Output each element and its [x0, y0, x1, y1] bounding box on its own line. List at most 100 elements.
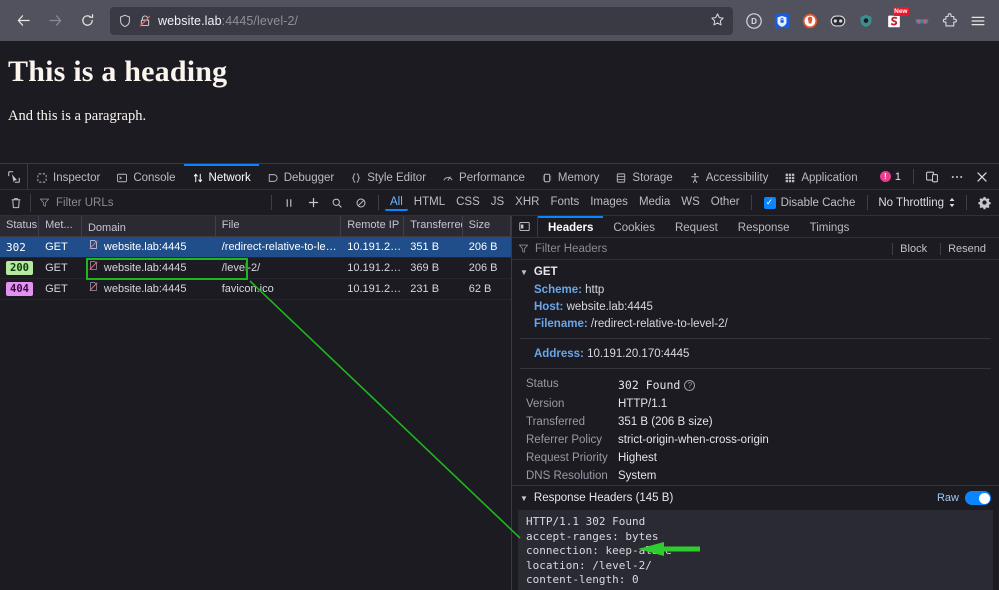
extension-bitwarden-icon[interactable] [769, 8, 795, 34]
raw-line-status: HTTP/1.1 302 Found [526, 515, 985, 530]
type-filter-all[interactable]: All [385, 195, 408, 211]
tab-console[interactable]: Console [108, 164, 183, 189]
clear-requests-icon[interactable] [4, 196, 28, 210]
table-row[interactable]: 404 GET website.lab:4445 favicon.ico 10.… [0, 279, 511, 300]
extension-duckduckgo-icon[interactable] [797, 8, 823, 34]
address-bar[interactable]: website.lab:4445/level-2/ [110, 7, 733, 35]
tab-debugger[interactable]: Debugger [259, 164, 343, 189]
extension-darkreader-icon[interactable] [825, 8, 851, 34]
status-badge: 200 [6, 261, 33, 275]
column-header-domain[interactable]: Domain [82, 216, 216, 236]
tab-application[interactable]: Application [776, 164, 865, 189]
tab-timings[interactable]: Timings [800, 216, 860, 237]
response-headers-raw[interactable]: HTTP/1.1 302 Found accept-ranges: bytes … [518, 510, 993, 590]
lock-crossed-icon[interactable] [138, 14, 152, 28]
details-scroll-area[interactable]: ▼ GET Scheme: http Host: website.lab:444… [512, 260, 999, 590]
tab-storage[interactable]: Storage [607, 164, 680, 189]
more-options-icon[interactable] [946, 166, 968, 188]
throttling-select[interactable]: No Throttling [874, 197, 960, 209]
shield-icon[interactable] [118, 14, 132, 28]
type-filter-fonts[interactable]: Fonts [545, 195, 584, 211]
type-filter-css[interactable]: CSS [451, 195, 485, 211]
type-filter-media[interactable]: Media [634, 195, 675, 211]
table-row[interactable]: 302 GET website.lab:4445 /redirect-relat… [0, 237, 511, 258]
help-icon[interactable]: ? [684, 380, 695, 391]
column-header-method[interactable]: Met... [39, 216, 82, 236]
column-header-transferred[interactable]: Transferred [404, 216, 462, 236]
disable-cache-checkbox[interactable]: ✓ Disable Cache [758, 197, 862, 209]
hamburger-menu-icon[interactable] [965, 8, 991, 34]
star-icon[interactable] [710, 12, 725, 30]
url-text[interactable]: website.lab:4445/level-2/ [158, 14, 704, 28]
pause-icon[interactable] [278, 193, 300, 213]
type-filter-images[interactable]: Images [585, 195, 633, 211]
tab-headers[interactable]: Headers [538, 216, 603, 237]
extension-addons-icon[interactable] [937, 8, 963, 34]
row-domain: website.lab:4445 [82, 279, 216, 300]
extension-ublock-icon[interactable] [853, 8, 879, 34]
raw-line-content-length: content-length: 0 [526, 573, 985, 588]
filterbar-separator-4 [867, 195, 868, 210]
header-host-value: website.lab:4445 [567, 301, 653, 313]
tab-inspector[interactable]: Inspector [28, 164, 108, 189]
pin-panel-icon[interactable] [512, 216, 538, 237]
error-badge[interactable]: ! 1 [875, 171, 906, 183]
block-icon[interactable] [350, 193, 372, 213]
row-transferred: 351 B [404, 237, 462, 258]
forward-button[interactable] [40, 6, 70, 36]
raw-toggle[interactable] [965, 491, 991, 505]
table-row[interactable]: 200 GET website.lab:4445 /level-2/ 10.19… [0, 258, 511, 279]
filter-urls-input[interactable]: Filter URLs [30, 194, 265, 212]
element-picker-icon[interactable] [0, 164, 28, 189]
reload-button[interactable] [72, 6, 102, 36]
extension-d-icon[interactable]: D [741, 8, 767, 34]
type-filter-html[interactable]: HTML [409, 195, 450, 211]
resend-button[interactable]: Resend [940, 243, 993, 255]
tab-inspector-label: Inspector [53, 172, 100, 184]
column-header-size[interactable]: Size [463, 216, 511, 236]
block-button[interactable]: Block [892, 243, 934, 255]
disable-cache-label: Disable Cache [781, 197, 856, 209]
column-header-file[interactable]: File [216, 216, 341, 236]
tab-memory-label: Memory [558, 172, 600, 184]
close-icon[interactable] [971, 166, 993, 188]
extension-new-icon[interactable]: New [881, 8, 907, 34]
column-header-remote-ip[interactable]: Remote IP [341, 216, 404, 236]
property-status-key: Status [526, 378, 618, 392]
type-filter-ws[interactable]: WS [676, 195, 705, 211]
back-button[interactable] [8, 6, 38, 36]
tab-performance[interactable]: Performance [434, 164, 533, 189]
type-filter-xhr[interactable]: XHR [510, 195, 544, 211]
row-domain: website.lab:4445 [82, 237, 216, 258]
row-method: GET [39, 237, 82, 258]
property-status-text: 302 Found [618, 378, 680, 392]
tab-accessibility[interactable]: Accessibility [681, 164, 777, 189]
tab-cookies[interactable]: Cookies [603, 216, 665, 237]
filter-headers-bar: Filter Headers Block Resend [512, 238, 999, 260]
search-icon[interactable] [326, 193, 348, 213]
column-header-status[interactable]: Status [0, 216, 39, 236]
tab-response[interactable]: Response [728, 216, 800, 237]
responsive-design-mode-icon[interactable] [921, 166, 943, 188]
response-headers-header[interactable]: ▼ Response Headers (145 B) Raw [512, 485, 999, 510]
property-dns-resolution-value: System [618, 470, 656, 482]
extension-goggles-icon[interactable] [909, 8, 935, 34]
tab-network[interactable]: Network [184, 164, 259, 189]
gear-icon[interactable] [973, 193, 995, 213]
type-filter-other[interactable]: Other [706, 195, 745, 211]
devtools-tab-list: Inspector Console Network Debugger Style… [28, 164, 875, 189]
row-domain-text: website.lab:4445 [104, 258, 187, 279]
tab-request[interactable]: Request [665, 216, 728, 237]
row-transferred: 231 B [404, 279, 462, 300]
get-section-header[interactable]: ▼ GET [512, 260, 999, 281]
page-paragraph: And this is a paragraph. [8, 108, 991, 125]
type-filter-js[interactable]: JS [486, 195, 509, 211]
new-request-icon[interactable] [302, 193, 324, 213]
tab-network-label: Network [209, 172, 251, 184]
filter-headers-input[interactable]: Filter Headers [535, 243, 886, 255]
tab-memory[interactable]: Memory [533, 164, 608, 189]
tab-performance-label: Performance [459, 172, 525, 184]
tab-style-editor[interactable]: Style Editor [342, 164, 434, 189]
chevron-down-icon: ▼ [520, 268, 528, 277]
row-size: 62 B [463, 279, 511, 300]
